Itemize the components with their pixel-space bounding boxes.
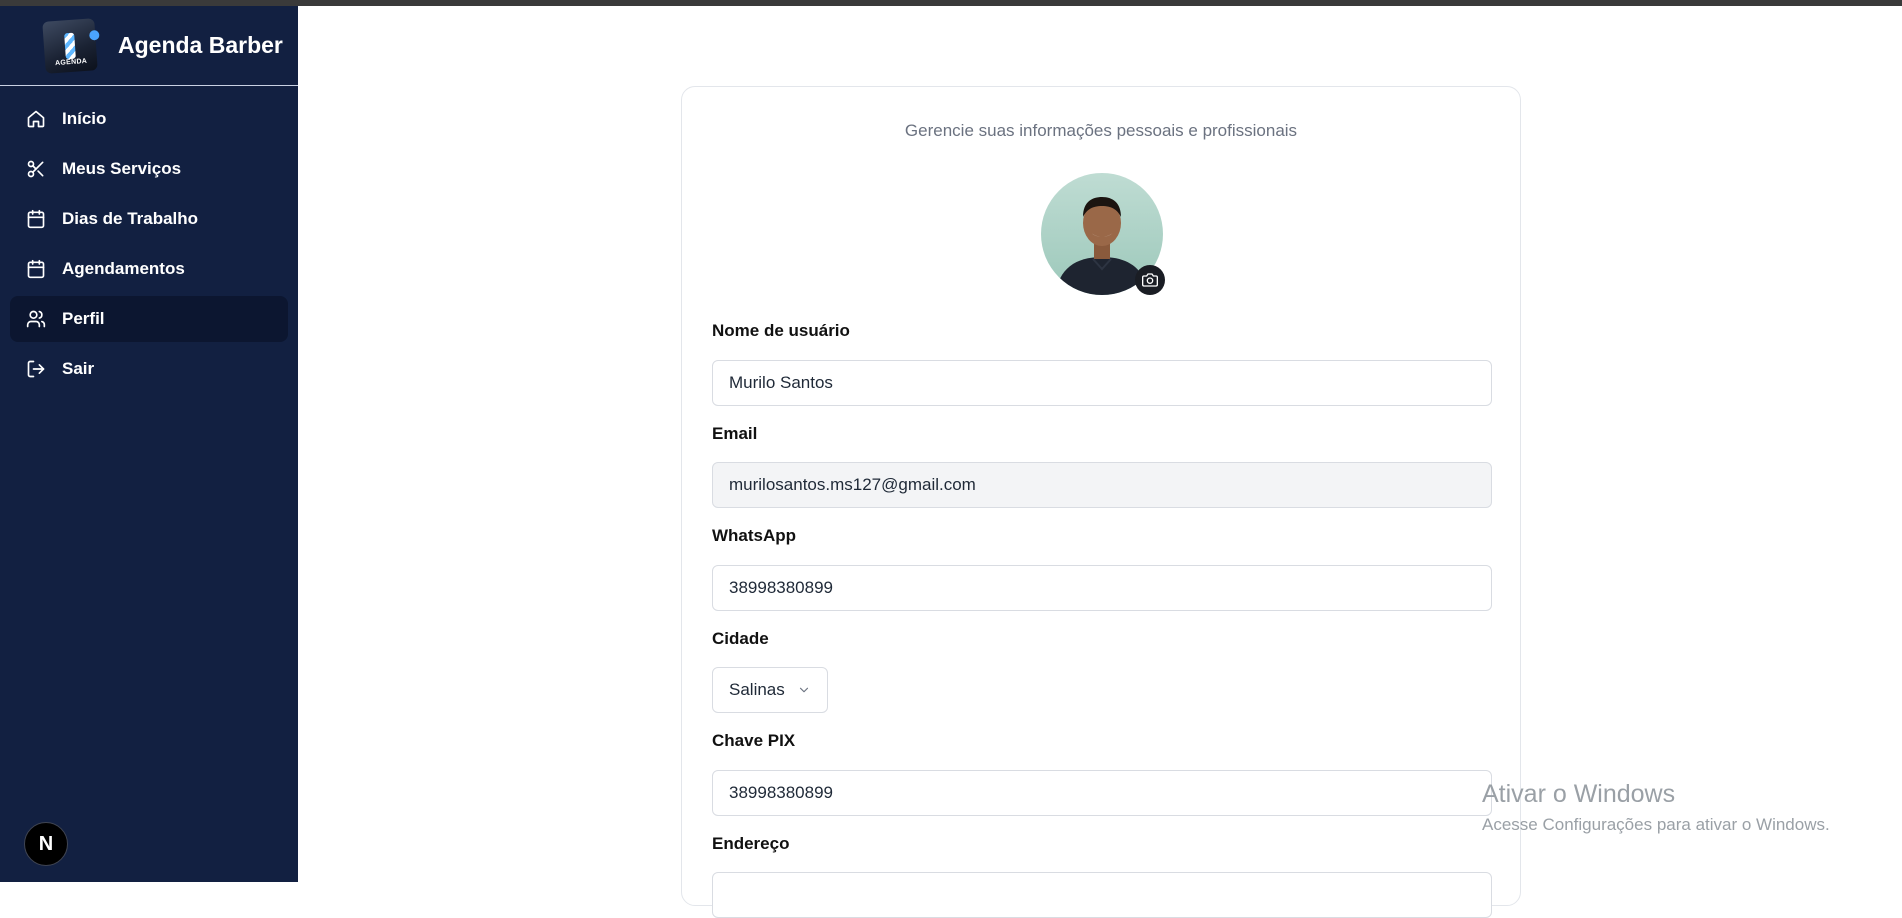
sidebar-item-perfil[interactable]: Perfil: [10, 296, 288, 342]
watermark-title: Ativar o Windows: [1482, 780, 1676, 808]
calendar-icon: [27, 209, 45, 229]
users-icon: [26, 310, 46, 328]
barber-pole-icon: [64, 32, 76, 59]
change-photo-button[interactable]: [1135, 265, 1165, 295]
city-select[interactable]: Salinas: [712, 667, 828, 713]
pix-label: Chave PIX: [712, 731, 796, 750]
calendar-icon: [27, 259, 45, 279]
address-label: Endereço: [712, 834, 790, 853]
whatsapp-value: 38998380899: [729, 578, 834, 597]
nextjs-dev-badge[interactable]: N: [24, 822, 68, 866]
sidebar-item-sair[interactable]: Sair: [10, 346, 288, 392]
sidebar-item-label: Dias de Trabalho: [62, 209, 199, 228]
sidebar-item-agendamentos[interactable]: Agendamentos: [10, 246, 288, 292]
sidebar-item-label: Agendamentos: [62, 259, 185, 278]
watermark-subtitle: Acesse Configurações para ativar o Windo…: [1482, 815, 1830, 834]
agenda-barber-logo: AGENDA: [42, 17, 100, 74]
pix-value: 38998380899: [729, 783, 834, 802]
profile-card: Gerencie suas informações pessoais e pro…: [681, 86, 1521, 918]
windows-activation-watermark: Ativar o Windows Acesse Configurações pa…: [1482, 780, 1830, 835]
username-label: Nome de usuário: [712, 321, 850, 340]
sidebar-item-inicio[interactable]: Início: [10, 96, 288, 142]
username-input[interactable]: Murilo Santos: [712, 360, 1492, 406]
sidebar: AGENDA Agenda Barber Início Meus Serviço…: [0, 6, 298, 882]
email-field[interactable]: murilosantos.ms127@gmail.com: [712, 462, 1492, 508]
brand-header: AGENDA Agenda Barber: [0, 6, 298, 86]
avatar-container[interactable]: [1041, 173, 1165, 295]
camera-icon: [1142, 273, 1158, 287]
brand-title: Agenda Barber: [118, 32, 283, 58]
pix-input[interactable]: 38998380899: [712, 770, 1492, 816]
sidebar-item-label: Meus Serviços: [62, 159, 182, 178]
whatsapp-input[interactable]: 38998380899: [712, 565, 1492, 611]
city-label: Cidade: [712, 629, 769, 648]
city-value: Salinas: [729, 680, 785, 699]
sidebar-item-label: Início: [62, 109, 107, 128]
profile-subtitle: Gerencie suas informações pessoais e pro…: [904, 121, 1298, 140]
home-icon: [27, 110, 45, 128]
sidebar-item-label: Perfil: [62, 309, 105, 328]
email-value: murilosantos.ms127@gmail.com: [729, 475, 976, 494]
logout-icon: [27, 360, 45, 378]
username-value: Murilo Santos: [729, 373, 833, 392]
email-label: Email: [712, 424, 758, 443]
whatsapp-label: WhatsApp: [712, 526, 797, 545]
chevron-down-icon: [799, 687, 808, 693]
sidebar-nav: Início Meus Serviços Dias de Trabalho Ag…: [0, 86, 298, 392]
address-input[interactable]: [712, 872, 1492, 918]
sidebar-item-label: Sair: [62, 359, 95, 378]
sidebar-item-meus-servicos[interactable]: Meus Serviços: [10, 146, 288, 192]
sidebar-item-dias-de-trabalho[interactable]: Dias de Trabalho: [10, 196, 288, 242]
scissors-icon: [27, 160, 44, 178]
